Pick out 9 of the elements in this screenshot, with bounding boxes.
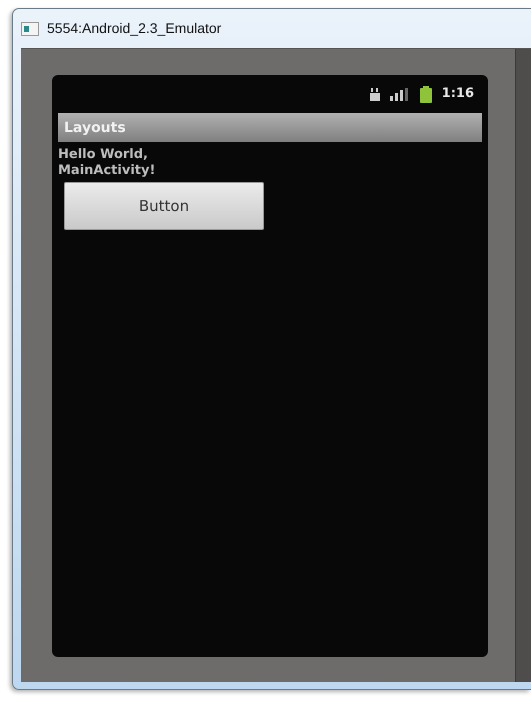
battery-icon [420, 86, 432, 102]
clock: 1:16 [442, 85, 474, 104]
usb-icon [370, 88, 380, 100]
signal-icon [390, 88, 410, 100]
window-title: 5554:Android_2.3_Emulator [47, 19, 222, 38]
app-icon [21, 22, 39, 36]
app-title-bar: Layouts [58, 113, 482, 142]
button[interactable]: Button [64, 182, 264, 230]
hello-text: Hello World, MainActivity! [58, 147, 156, 179]
